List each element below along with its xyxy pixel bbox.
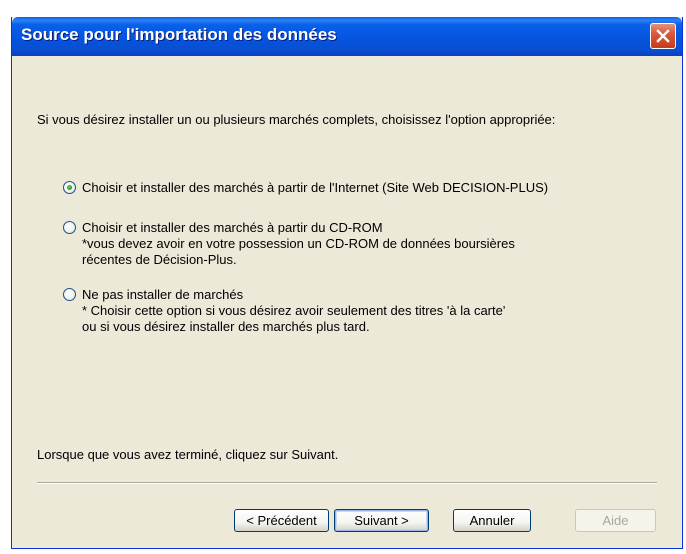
radio-cdrom[interactable] (63, 221, 76, 234)
option-none-note-2: ou si vous désirez installer des marchés… (82, 319, 370, 334)
footer-text: Lorsque que vous avez terminé, cliquez s… (37, 447, 339, 462)
option-cdrom-note-1: *vous devez avoir en votre possession un… (82, 236, 515, 251)
option-none-note-1: * Choisir cette option si vous désirez a… (82, 303, 506, 318)
intro-text: Si vous désirez installer un ou plusieur… (37, 112, 556, 127)
close-icon (656, 29, 670, 43)
radio-internet[interactable] (63, 181, 76, 194)
dialog-content: Si vous désirez installer un ou plusieur… (12, 56, 682, 548)
option-none-label[interactable]: Ne pas installer de marchés (82, 287, 243, 302)
cancel-button[interactable]: Annuler (453, 509, 531, 532)
next-button[interactable]: Suivant > (334, 509, 429, 532)
close-button[interactable] (650, 23, 676, 49)
dialog-window: Source pour l'importation des données Si… (11, 17, 683, 549)
option-cdrom-label[interactable]: Choisir et installer des marchés à parti… (82, 220, 383, 235)
option-cdrom-note-2: récentes de Décision-Plus. (82, 252, 237, 267)
help-button[interactable]: Aide (575, 509, 656, 532)
radio-none[interactable] (63, 288, 76, 301)
separator (37, 482, 657, 484)
option-internet-label[interactable]: Choisir et installer des marchés à parti… (82, 180, 548, 195)
title-bar[interactable]: Source pour l'importation des données (12, 17, 682, 56)
previous-button[interactable]: < Précédent (234, 509, 329, 532)
window-title: Source pour l'importation des données (21, 25, 337, 44)
